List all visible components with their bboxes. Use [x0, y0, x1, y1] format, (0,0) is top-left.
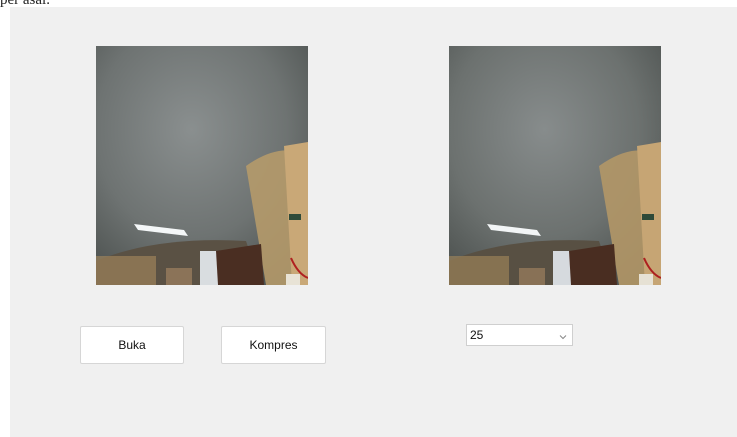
quality-select-value: 25	[470, 328, 484, 342]
quality-select[interactable]: 25	[466, 324, 573, 346]
open-button[interactable]: Buka	[80, 326, 184, 364]
original-image-preview	[96, 46, 308, 285]
compress-button[interactable]: Kompres	[221, 326, 326, 364]
app-window: Buka Kompres 25	[10, 7, 737, 437]
chevron-down-icon[interactable]	[559, 330, 567, 340]
compressed-image-preview	[449, 46, 661, 285]
